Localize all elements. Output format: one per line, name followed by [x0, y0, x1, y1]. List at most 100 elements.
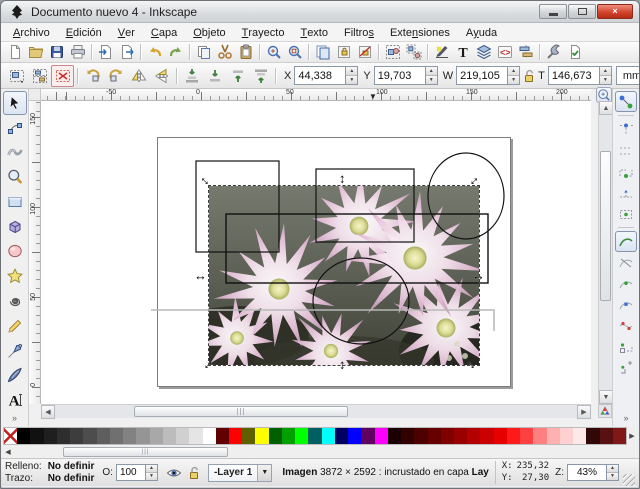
snap-bbox-edges-button[interactable]	[615, 140, 637, 161]
tool-zoom[interactable]	[3, 165, 27, 189]
scroll-left-icon[interactable]: ◀	[41, 404, 55, 419]
xml-editor-button[interactable]: <>	[494, 43, 515, 62]
snap-bbox-corners-button[interactable]	[615, 161, 637, 182]
import-button[interactable]	[95, 43, 116, 62]
menu-archivo[interactable]: Archivo	[5, 23, 58, 41]
paste-button[interactable]	[235, 43, 256, 62]
zoom-spinner[interactable]: ▲ ▼	[607, 464, 619, 481]
selected-image-object[interactable]	[169, 168, 519, 396]
menu-ver[interactable]: Ver	[110, 23, 143, 41]
maximize-button[interactable]	[568, 4, 596, 19]
raise-button[interactable]	[226, 65, 249, 87]
snap-path-intersections-button[interactable]	[615, 273, 637, 294]
snap-smooth-nodes-button[interactable]	[615, 315, 637, 336]
clone-button[interactable]	[333, 43, 354, 62]
fill-stroke-indicator[interactable]: Relleno: No definir Trazo: No definir	[5, 461, 94, 484]
palette-swatch[interactable]	[228, 428, 243, 444]
copy-button[interactable]	[193, 43, 214, 62]
palette-swatch[interactable]	[215, 428, 229, 444]
color-management-button[interactable]	[598, 404, 612, 418]
title-bar[interactable]: Documento nuevo 4 - Inkscape ×	[1, 1, 639, 23]
palette-swatch[interactable]	[480, 428, 494, 444]
flip-horizontal-button[interactable]	[127, 65, 150, 87]
palette-swatch[interactable]	[533, 428, 547, 444]
layers-dialog-button[interactable]	[473, 43, 494, 62]
palette-swatch[interactable]	[440, 428, 454, 444]
rotate-cw-button[interactable]	[104, 65, 127, 87]
raise-to-top-button[interactable]	[249, 65, 272, 87]
snap-bbox-edge-midpoints-button[interactable]	[615, 182, 637, 203]
text-dialog-button[interactable]: T	[452, 43, 473, 62]
tool-palette-overflow-button[interactable]: »	[12, 413, 17, 426]
palette-swatch[interactable]	[506, 428, 521, 444]
horizontal-scrollbar[interactable]: ◀ ||| ▶	[41, 404, 591, 419]
snap-toolbar-overflow-button[interactable]: »	[623, 413, 628, 426]
height-input[interactable]	[547, 66, 600, 85]
snap-others-button[interactable]	[615, 357, 637, 378]
snap-enable-button[interactable]	[615, 91, 637, 112]
palette-swatch[interactable]	[295, 428, 309, 444]
palette-swatch[interactable]	[43, 428, 57, 444]
palette-swatch[interactable]	[453, 428, 468, 444]
document-properties-button[interactable]	[564, 43, 585, 62]
scale-handle-middle-right[interactable]: ↔	[472, 269, 485, 282]
palette-swatch[interactable]	[520, 428, 534, 444]
x-spinner[interactable]: ▲ ▼	[346, 66, 359, 85]
palette-swatch[interactable]	[308, 428, 322, 444]
palette-swatch[interactable]	[493, 428, 507, 444]
align-dialog-button[interactable]	[515, 43, 536, 62]
layer-lock-button[interactable]	[185, 464, 203, 482]
palette-scroll-left-icon[interactable]: ◀	[3, 448, 13, 456]
snap-bbox-button[interactable]	[615, 119, 637, 140]
lower-button[interactable]	[203, 65, 226, 87]
palette-swatch[interactable]	[559, 428, 574, 444]
palette-swatch[interactable]	[202, 428, 216, 444]
palette-swatch[interactable]	[268, 428, 282, 444]
height-spinner[interactable]: ▲ ▼	[599, 66, 612, 85]
menu-trayecto[interactable]: Trayecto	[234, 23, 293, 41]
unlink-clone-button[interactable]	[354, 43, 375, 62]
palette-swatch[interactable]	[30, 428, 44, 444]
palette-swatch[interactable]	[414, 428, 428, 444]
palette-swatch[interactable]	[176, 428, 190, 444]
tool-rectangle[interactable]	[3, 190, 27, 214]
palette-swatch[interactable]	[546, 428, 560, 444]
tool-tweak[interactable]	[3, 141, 27, 165]
menu-filtros[interactable]: Filtro s	[336, 23, 382, 41]
tool-ellipse[interactable]	[3, 240, 27, 264]
menu-objeto[interactable]: Objeto	[185, 23, 233, 41]
palette-swatch[interactable]	[149, 428, 163, 444]
undo-button[interactable]	[144, 43, 165, 62]
width-input[interactable]	[456, 66, 509, 85]
preferences-button[interactable]	[543, 43, 564, 62]
y-input[interactable]	[373, 66, 426, 85]
group-button[interactable]	[382, 43, 403, 62]
canvas-viewport[interactable]: ↔ ↔ ↔ ↔ ↔ ↔ ↔ ↔	[41, 101, 591, 404]
palette-scroll-thumb[interactable]: |||	[63, 447, 228, 457]
layer-select[interactable]: -Layer 1 ▼	[207, 463, 273, 482]
minimize-button[interactable]	[539, 4, 567, 19]
lock-ratio-button[interactable]	[521, 67, 537, 85]
zoom-drawing-button[interactable]	[263, 43, 284, 62]
palette-scrollbar[interactable]: ◀ |||	[1, 446, 639, 458]
select-all-button[interactable]	[5, 65, 28, 87]
scroll-right-icon[interactable]: ▶	[577, 404, 591, 419]
palette-swatch[interactable]	[162, 428, 177, 444]
palette-swatch[interactable]	[83, 428, 97, 444]
export-button[interactable]	[116, 43, 137, 62]
new-document-button[interactable]	[4, 43, 25, 62]
palette-swatch[interactable]	[387, 428, 402, 444]
width-spinner[interactable]: ▲ ▼	[508, 66, 521, 85]
palette-swatch[interactable]	[573, 428, 587, 444]
palette-swatch[interactable]	[96, 428, 110, 444]
palette-swatch[interactable]	[109, 428, 124, 444]
snap-nodes-button[interactable]	[615, 231, 637, 252]
palette-swatch[interactable]	[136, 428, 150, 444]
resize-grip[interactable]	[623, 474, 635, 486]
cut-button[interactable]	[214, 43, 235, 62]
palette-swatch[interactable]	[427, 428, 441, 444]
deselect-button[interactable]	[51, 64, 74, 87]
palette-swatch-none[interactable]	[4, 428, 18, 444]
flip-vertical-button[interactable]	[150, 65, 173, 87]
zoom-page-button[interactable]	[284, 43, 305, 62]
